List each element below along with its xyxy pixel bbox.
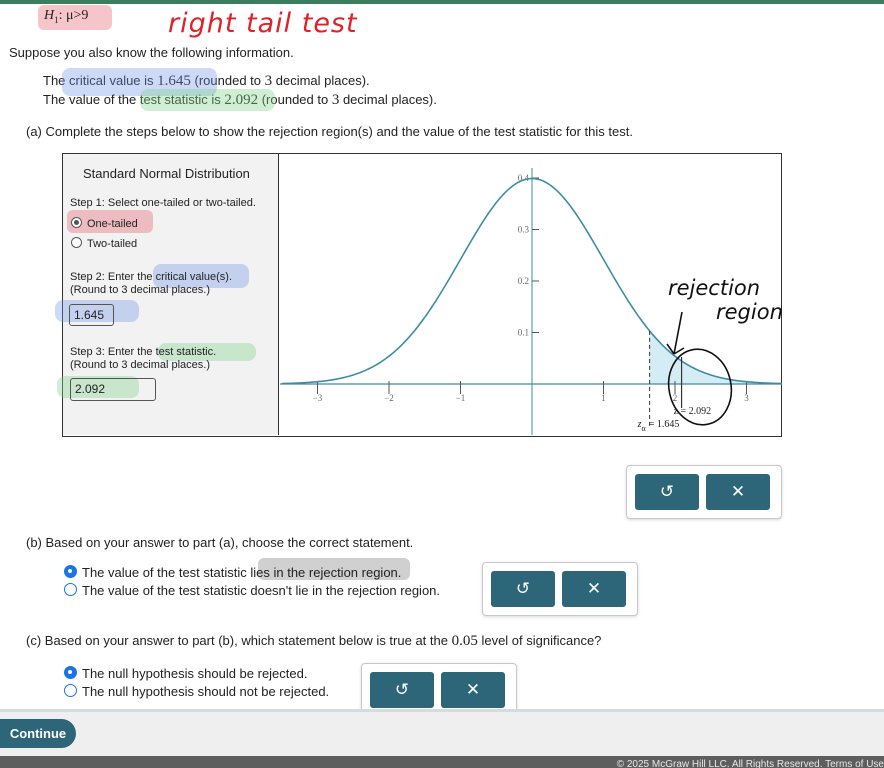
part-c-prompt: (c) Based on your answer to part (b), wh… [26, 633, 602, 649]
handwritten-rejection-label: rejection region [668, 276, 783, 324]
highlight-test-statistic [140, 89, 275, 111]
x-tick-label: 3 [744, 393, 749, 403]
continue-button[interactable]: Continue [0, 719, 76, 748]
two-tailed-option[interactable]: Two-tailed [71, 237, 137, 250]
critical-value-label: zα = 1.645 [637, 419, 680, 433]
copyright-text: © 2025 McGraw Hill LLC. All Rights Reser… [616, 759, 884, 768]
part-c-radio-2[interactable] [64, 684, 77, 697]
part-b-button-group: ↺ ✕ [482, 562, 638, 616]
part-c-undo-button[interactable]: ↺ [370, 672, 434, 708]
part-a-prompt: (a) Complete the steps below to show the… [26, 124, 633, 139]
x-tick-label: −2 [384, 393, 394, 403]
y-tick-label: 0.2 [518, 276, 529, 286]
y-tick-label: 0.1 [518, 328, 529, 338]
undo-icon: ↺ [659, 482, 675, 501]
x-axis: −3 −2 −1 1 2 3 [280, 381, 782, 403]
step2-label: Step 2: Enter the critical value(s). (Rou… [70, 271, 233, 296]
y-axis: 0.10.20.30.4 [518, 168, 539, 435]
critical-value-input[interactable]: 1.645 [69, 304, 114, 326]
x-tick-label: −1 [456, 393, 466, 403]
part-b-option-1[interactable]: The value of the test statistic lies in … [64, 565, 401, 580]
part-a-button-group: ↺ ✕ [626, 465, 782, 519]
close-icon: ✕ [586, 579, 602, 598]
intro-text: Suppose you also know the following info… [9, 45, 294, 60]
two-tailed-radio[interactable] [71, 237, 82, 248]
part-b-prompt: (b) Based on your answer to part (a), ch… [26, 535, 414, 550]
undo-icon: ↺ [394, 680, 410, 699]
undo-icon: ↺ [515, 579, 531, 598]
part-b-undo-button[interactable]: ↺ [491, 571, 555, 607]
handwritten-right-tail-note: right tail test [168, 8, 358, 39]
one-tailed-option[interactable]: One-tailed [71, 217, 138, 230]
top-accent-bar [0, 0, 884, 4]
part-c-clear-button[interactable]: ✕ [441, 672, 505, 708]
step3-label: Step 3: Enter the test statistic. (Round … [70, 346, 217, 371]
part-b-radio-1[interactable] [64, 565, 77, 578]
part-b-option-2[interactable]: The value of the test statistic doesn't … [64, 583, 440, 598]
footer-bar [0, 709, 884, 756]
step1-label: Step 1: Select one-tailed or two-tailed. [70, 197, 256, 209]
close-icon: ✕ [465, 680, 481, 699]
steps-pane: Standard Normal Distribution Step 1: Sel… [55, 154, 279, 435]
test-statistic-label: z = 2.092 [674, 406, 712, 417]
part-b-radio-2[interactable] [64, 583, 77, 596]
test-statistic-input[interactable]: 2.092 [70, 378, 156, 401]
panel-title: Standard Normal Distribution [83, 166, 250, 181]
part-c-option-2[interactable]: The null hypothesis should not be reject… [64, 684, 329, 699]
part-a-undo-button[interactable]: ↺ [635, 474, 699, 510]
part-a-clear-button[interactable]: ✕ [706, 474, 770, 510]
copyright-bar: © 2025 McGraw Hill LLC. All Rights Reser… [0, 756, 884, 768]
x-tick-label: 2 [673, 393, 678, 403]
one-tailed-radio[interactable] [71, 217, 82, 228]
part-c-option-1[interactable]: The null hypothesis should be rejected. [64, 666, 307, 681]
part-b-clear-button[interactable]: ✕ [562, 571, 626, 607]
x-tick-label: 1 [601, 393, 606, 403]
x-tick-label: −3 [313, 393, 323, 403]
close-icon: ✕ [730, 482, 746, 501]
y-tick-label: 0.3 [518, 225, 530, 235]
alternative-hypothesis: H1: μ>9 [38, 5, 113, 30]
part-c-radio-1[interactable] [64, 666, 77, 679]
